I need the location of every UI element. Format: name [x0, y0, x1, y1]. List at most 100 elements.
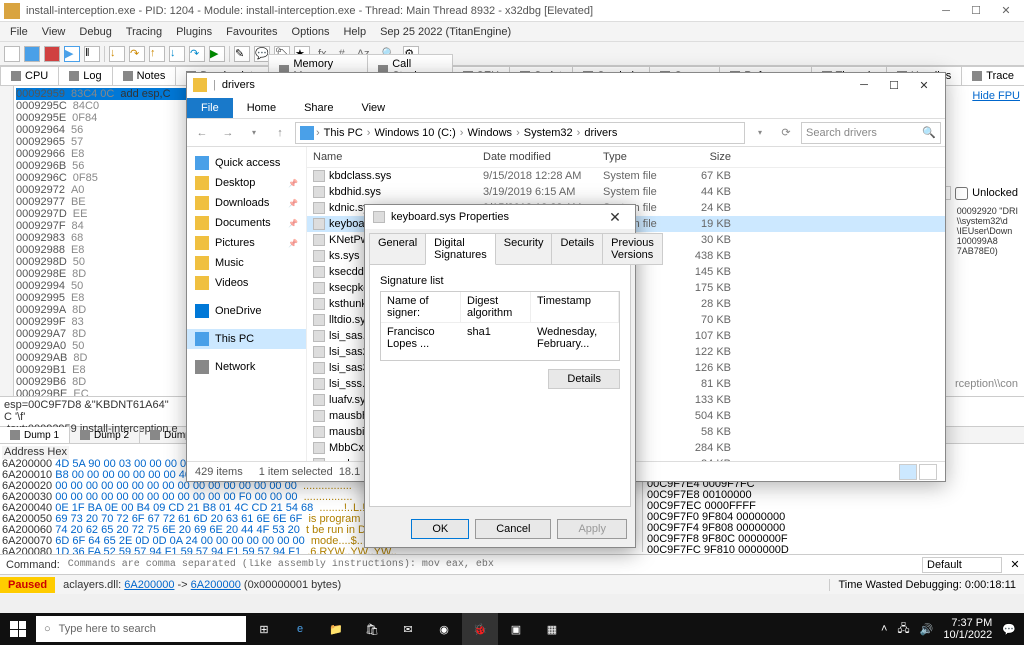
restart-icon[interactable] — [24, 46, 40, 62]
maximize-button[interactable]: ☐ — [962, 2, 990, 20]
command-clear-icon[interactable]: ✕ — [1006, 558, 1024, 571]
menu-sep[interactable]: Sep 25 2022 (TitanEngine) — [374, 24, 517, 40]
clock[interactable]: 7:37 PM 10/1/2022 — [943, 617, 992, 641]
trace-into-icon[interactable]: ↓ — [169, 46, 185, 62]
minimize-button[interactable]: ─ — [932, 2, 960, 20]
hex-line[interactable]: 6A200080 1D 36 FA 52 59 57 94 F1 59 57 9… — [2, 547, 642, 554]
menu-help[interactable]: Help — [337, 24, 372, 40]
open-icon[interactable] — [4, 46, 20, 62]
sidebar-item-this-pc[interactable]: This PC — [187, 329, 306, 349]
mail-icon[interactable]: ✉ — [390, 613, 426, 645]
network-icon[interactable]: 🖧 — [897, 620, 909, 639]
unlocked-checkbox[interactable] — [955, 187, 968, 200]
edge-icon[interactable]: e — [282, 613, 318, 645]
status-link[interactable]: 6A200000 — [124, 579, 174, 591]
details-button[interactable]: Details — [548, 369, 620, 389]
ribbon-share-tab[interactable]: Share — [290, 98, 347, 118]
menu-options[interactable]: Options — [286, 24, 336, 40]
menu-debug[interactable]: Debug — [73, 24, 117, 40]
trace-over-icon[interactable]: ↷ — [189, 46, 205, 62]
store-icon[interactable]: 🛍 — [354, 613, 390, 645]
signature-list[interactable]: Name of signer: Digest algorithm Timesta… — [380, 291, 620, 361]
explorer-close-button[interactable]: ✕ — [909, 74, 939, 96]
column-headers[interactable]: Name Date modified Type Size — [307, 147, 945, 168]
forward-button[interactable]: → — [217, 122, 239, 144]
command-input[interactable] — [66, 557, 918, 572]
explorer-minimize-button[interactable]: ─ — [849, 74, 879, 96]
chrome-icon[interactable]: ◉ — [426, 613, 462, 645]
breadcrumb-item[interactable]: Windows — [465, 127, 514, 139]
start-button[interactable] — [0, 613, 36, 645]
col-name[interactable]: Name — [307, 151, 477, 163]
menu-file[interactable]: File — [4, 24, 34, 40]
ribbon-home-tab[interactable]: Home — [233, 98, 290, 118]
close-button[interactable]: ✕ — [992, 2, 1020, 20]
ribbon-view-tab[interactable]: View — [347, 98, 399, 118]
properties-tab-general[interactable]: General — [369, 233, 426, 265]
run-icon[interactable]: ▶ — [64, 46, 80, 62]
step-over-icon[interactable]: ↷ — [129, 46, 145, 62]
run-to-user-icon[interactable]: ▶ — [209, 46, 225, 62]
file-row[interactable]: kbdhid.sys3/19/2019 6:15 AMSystem file44… — [307, 184, 945, 200]
up-button[interactable]: ↑ — [269, 122, 291, 144]
signature-row[interactable]: Francisco Lopes ... sha1 Wednesday, Febr… — [381, 323, 619, 353]
properties-tab-security[interactable]: Security — [495, 233, 553, 265]
sig-col-timestamp[interactable]: Timestamp — [531, 292, 619, 322]
menu-tracing[interactable]: Tracing — [120, 24, 168, 40]
view-icons-icon[interactable] — [919, 464, 937, 480]
sidebar-item-quick-access[interactable]: Quick access — [187, 153, 306, 173]
apply-button[interactable]: Apply — [557, 519, 627, 539]
ok-button[interactable]: OK — [411, 519, 469, 539]
sidebar-item-music[interactable]: Music — [187, 253, 306, 273]
x32dbg-icon[interactable]: 🐞 — [462, 613, 498, 645]
app-icon[interactable]: ▦ — [534, 613, 570, 645]
dump-tab-1[interactable]: Dump 1 — [0, 427, 70, 443]
menu-favourites[interactable]: Favourites — [220, 24, 283, 40]
explorer-search-input[interactable]: Search drivers 🔍 — [801, 122, 941, 144]
sig-col-digest[interactable]: Digest algorithm — [461, 292, 531, 322]
history-chevron-icon[interactable]: ▾ — [243, 122, 265, 144]
menu-plugins[interactable]: Plugins — [170, 24, 218, 40]
notifications-icon[interactable]: 💬 — [1002, 623, 1016, 636]
sidebar-item-downloads[interactable]: Downloads📌 — [187, 193, 306, 213]
breadcrumb-item[interactable]: This PC — [322, 127, 365, 139]
file-row[interactable]: kbdclass.sys9/15/2018 12:28 AMSystem fil… — [307, 168, 945, 184]
sidebar-item-network[interactable]: Network — [187, 357, 306, 377]
step-out-icon[interactable]: ↑ — [149, 46, 165, 62]
patch-icon[interactable]: ✎ — [234, 46, 250, 62]
ribbon-file-tab[interactable]: File — [187, 98, 233, 118]
cancel-button[interactable]: Cancel — [475, 519, 551, 539]
task-view-icon[interactable]: ⊞ — [246, 613, 282, 645]
tab-trace[interactable]: Trace — [961, 66, 1024, 85]
refresh-button[interactable]: ▾ — [749, 122, 771, 144]
tab-cpu[interactable]: CPU — [0, 66, 59, 85]
stack-line[interactable]: 00C9F7FC 9F810 0000000D — [647, 545, 1022, 554]
properties-tab-previous-versions[interactable]: Previous Versions — [602, 233, 663, 265]
sidebar-item-videos[interactable]: Videos — [187, 273, 306, 293]
back-button[interactable]: ← — [191, 122, 213, 144]
breadcrumb-item[interactable]: drivers — [582, 127, 619, 139]
taskbar-search[interactable]: ○ Type here to search — [36, 616, 246, 642]
col-type[interactable]: Type — [597, 151, 677, 163]
breadcrumb[interactable]: ›This PC›Windows 10 (C:)›Windows›System3… — [295, 122, 745, 144]
sidebar-item-onedrive[interactable]: OneDrive — [187, 301, 306, 321]
system-tray[interactable]: ˄ 🖧 🔊 7:37 PM 10/1/2022 💬 — [873, 617, 1024, 641]
pause-icon[interactable]: ‖ — [84, 46, 100, 62]
cmd-icon[interactable]: ▣ — [498, 613, 534, 645]
properties-tab-digital-signatures[interactable]: Digital Signatures — [425, 233, 496, 265]
properties-tab-details[interactable]: Details — [551, 233, 603, 265]
tab-notes[interactable]: Notes — [112, 66, 177, 85]
breadcrumb-item[interactable]: System32 — [522, 127, 575, 139]
breadcrumb-item[interactable]: Windows 10 (C:) — [372, 127, 457, 139]
view-details-icon[interactable] — [899, 464, 917, 480]
refresh-icon[interactable]: ⟳ — [775, 122, 797, 144]
tab-log[interactable]: Log — [58, 66, 112, 85]
explorer-maximize-button[interactable]: ☐ — [879, 74, 909, 96]
menu-view[interactable]: View — [36, 24, 72, 40]
sidebar-item-documents[interactable]: Documents📌 — [187, 213, 306, 233]
status-link[interactable]: 6A200000 — [191, 579, 241, 591]
sig-col-name[interactable]: Name of signer: — [381, 292, 461, 322]
step-into-icon[interactable]: ↓ — [109, 46, 125, 62]
col-size[interactable]: Size — [677, 151, 737, 163]
stop-icon[interactable] — [44, 46, 60, 62]
